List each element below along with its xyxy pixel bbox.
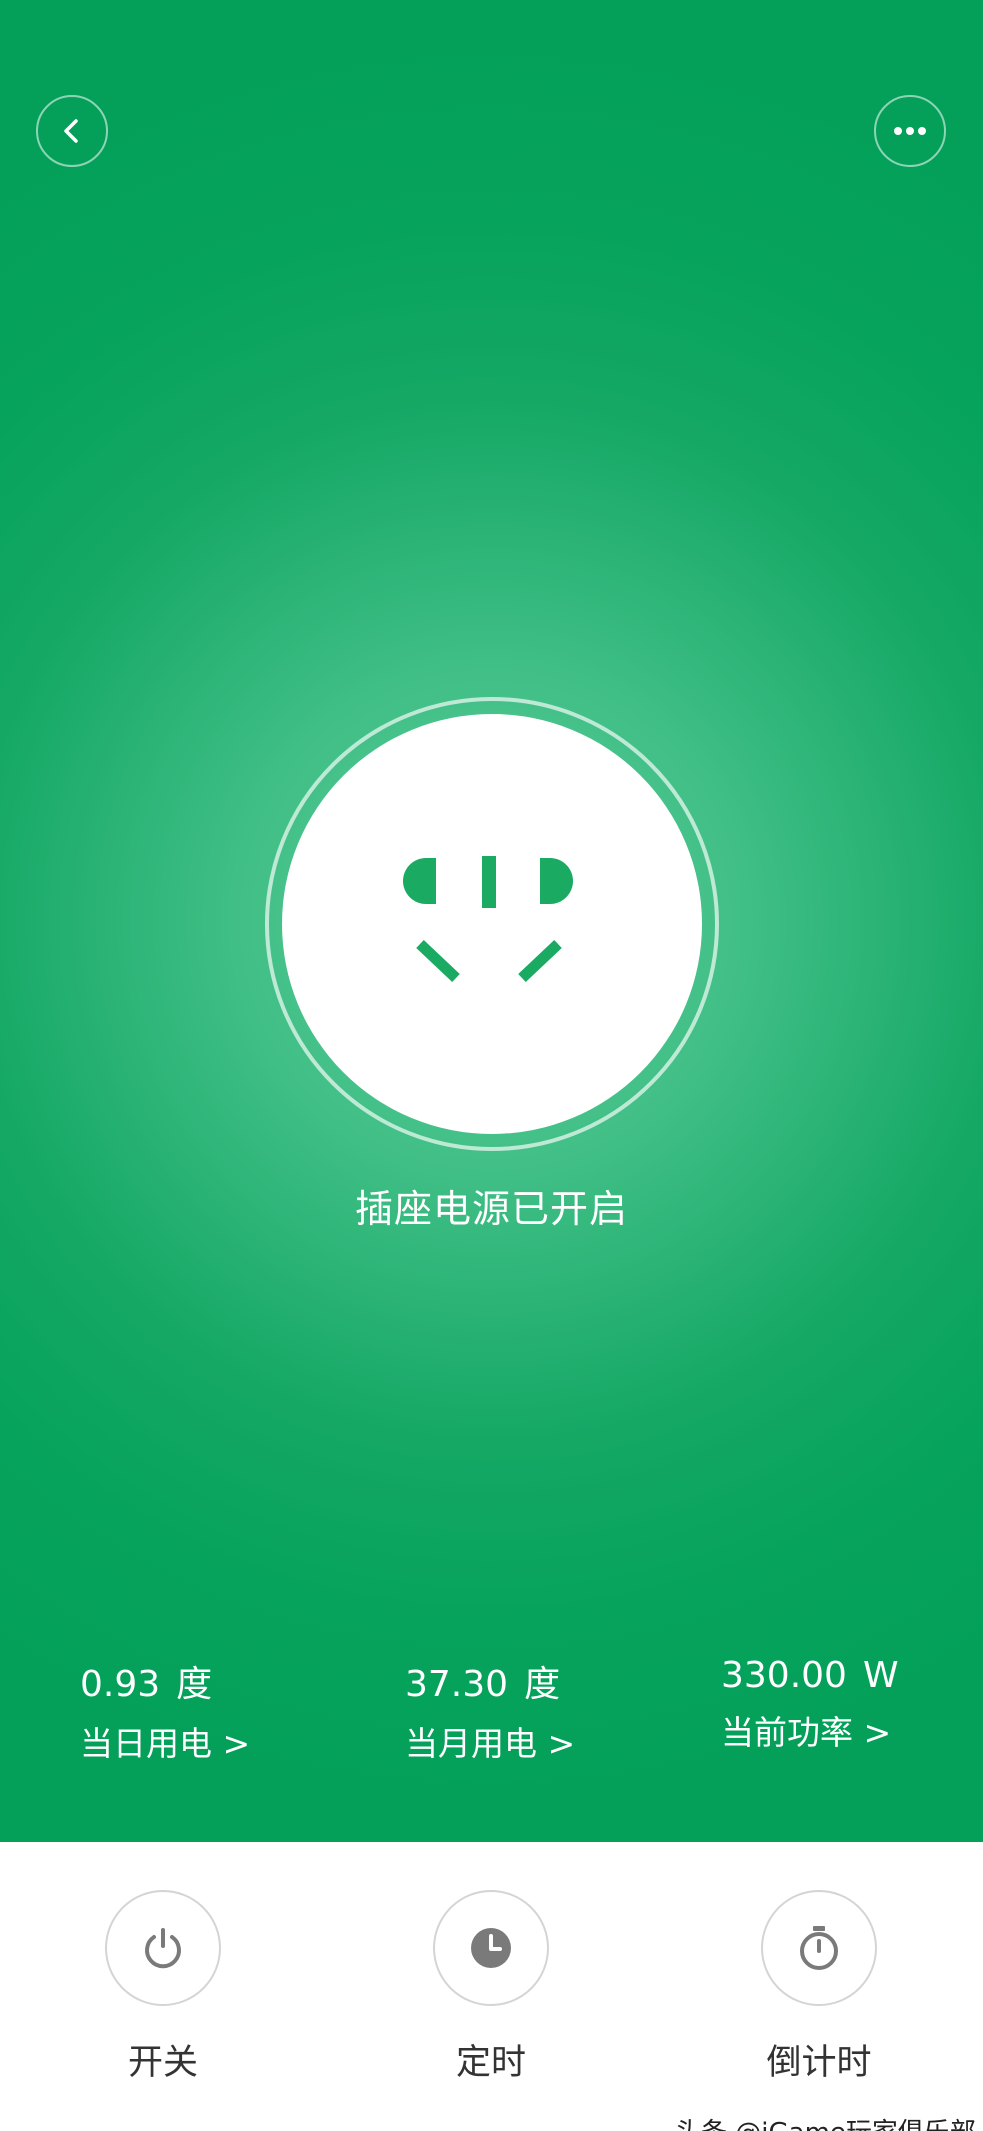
stat-current-power[interactable]: 330.00 W 当前功率 >	[721, 1655, 899, 1754]
chevron-left-icon	[64, 119, 78, 143]
stat-value: 330.00 W	[721, 1655, 899, 1696]
status-panel: 插座电源已开启 0.93 度 当日用电 > 37.30 度 当月用电 > 330.0…	[0, 0, 983, 1842]
watermark-text: 头条 @iGame玩家俱乐部	[675, 2112, 976, 2131]
control-label: 开关	[127, 2043, 198, 2083]
stat-label: 当日用电 >	[80, 1724, 251, 1763]
power-socket-icon	[403, 856, 573, 982]
clock-icon	[471, 1928, 511, 1968]
more-horizontal-icon	[894, 127, 926, 135]
countdown-button[interactable]	[761, 1890, 877, 2006]
control-label: 定时	[455, 2043, 526, 2083]
timer-button[interactable]	[433, 1890, 549, 2006]
stopwatch-icon	[800, 1926, 838, 1970]
control-label: 倒计时	[766, 2043, 872, 2083]
power-toggle-control[interactable]: 开关	[43, 1890, 283, 2085]
stat-monthly-usage[interactable]: 37.30 度 当月用电 >	[405, 1655, 575, 1765]
stat-label: 当前功率 >	[721, 1713, 892, 1752]
stat-value: 37.30 度	[405, 1664, 561, 1705]
back-button[interactable]	[36, 95, 108, 167]
power-icon	[145, 1928, 181, 1969]
socket-status-text: 插座电源已开启	[354, 1187, 628, 1231]
stat-value: 0.93 度	[80, 1664, 213, 1705]
stat-daily-usage[interactable]: 0.93 度 当日用电 >	[80, 1655, 250, 1765]
more-button[interactable]	[874, 95, 946, 167]
timer-control[interactable]: 定时	[371, 1890, 611, 2085]
countdown-control[interactable]: 倒计时	[699, 1890, 939, 2085]
power-button[interactable]	[105, 1890, 221, 2006]
stat-label: 当月用电 >	[405, 1724, 576, 1763]
socket-button[interactable]	[282, 714, 702, 1134]
